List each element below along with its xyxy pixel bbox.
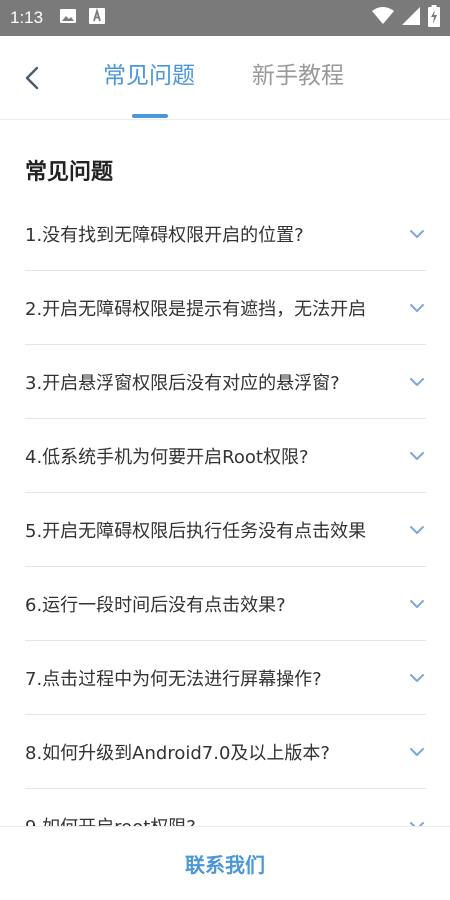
chevron-down-icon: [410, 378, 424, 386]
arrow-left-icon: [25, 66, 39, 90]
chevron-down-icon: [410, 304, 424, 312]
section-title: 常见问题: [25, 160, 114, 185]
faq-item[interactable]: 7.点击过程中为何无法进行屏幕操作?: [25, 641, 426, 715]
faq-item[interactable]: 6.运行一段时间后没有点击效果?: [25, 567, 426, 641]
faq-question: 9.如何开启root权限?: [25, 813, 385, 827]
cellular-icon: [402, 7, 420, 29]
faq-content[interactable]: 常见问题 1.没有找到无障碍权限开启的位置? 2.开启无障碍权限是提示有遮挡，无…: [0, 120, 450, 826]
faq-question: 7.点击过程中为何无法进行屏幕操作?: [25, 668, 322, 690]
tab-tutorial[interactable]: 新手教程: [252, 60, 344, 92]
battery-charging-icon: [428, 5, 440, 31]
faq-question: 1.没有找到无障碍权限开启的位置?: [25, 224, 304, 246]
faq-question: 2.开启无障碍权限是提示有遮挡，无法开启: [25, 298, 367, 320]
status-bar: 1:13: [0, 0, 450, 36]
faq-list: 1.没有找到无障碍权限开启的位置? 2.开启无障碍权限是提示有遮挡，无法开启 3…: [25, 197, 426, 826]
faq-item[interactable]: 9.如何开启root权限?: [25, 789, 426, 826]
chevron-down-icon: [410, 674, 424, 682]
app-header: 常见问题 新手教程: [0, 36, 450, 120]
chevron-down-icon: [410, 600, 424, 608]
faq-item[interactable]: 4.低系统手机为何要开启Root权限?: [25, 419, 426, 493]
font-download-icon: [89, 7, 106, 28]
faq-question: 6.运行一段时间后没有点击效果?: [25, 594, 286, 616]
faq-question: 3.开启悬浮窗权限后没有对应的悬浮窗?: [25, 372, 340, 394]
chevron-down-icon: [410, 748, 424, 756]
footer-bar: 联系我们: [0, 826, 450, 900]
back-button[interactable]: [18, 64, 46, 92]
faq-item[interactable]: 1.没有找到无障碍权限开启的位置?: [25, 197, 426, 271]
faq-item[interactable]: 2.开启无障碍权限是提示有遮挡，无法开启: [25, 271, 426, 345]
faq-item[interactable]: 5.开启无障碍权限后执行任务没有点击效果: [25, 493, 426, 567]
chevron-down-icon: [410, 230, 424, 238]
tab-faq[interactable]: 常见问题: [103, 60, 195, 92]
active-tab-indicator: [132, 114, 168, 118]
wifi-icon: [372, 7, 394, 29]
contact-us-button[interactable]: 联系我们: [185, 849, 265, 878]
faq-item[interactable]: 3.开启悬浮窗权限后没有对应的悬浮窗?: [25, 345, 426, 419]
faq-question: 4.低系统手机为何要开启Root权限?: [25, 446, 309, 468]
faq-item[interactable]: 8.如何升级到Android7.0及以上版本?: [25, 715, 426, 789]
chevron-down-icon: [410, 822, 424, 826]
image-icon: [59, 8, 77, 28]
faq-question: 8.如何升级到Android7.0及以上版本?: [25, 742, 330, 764]
chevron-down-icon: [410, 452, 424, 460]
status-time: 1:13: [10, 8, 44, 27]
faq-question: 5.开启无障碍权限后执行任务没有点击效果: [25, 520, 367, 542]
chevron-down-icon: [410, 526, 424, 534]
